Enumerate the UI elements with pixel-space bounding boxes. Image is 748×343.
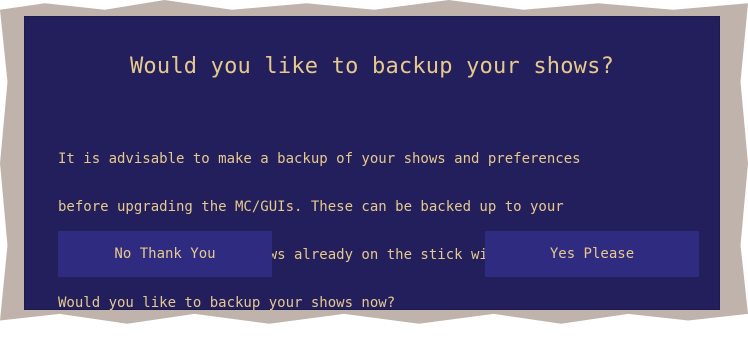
- message-line: Would you like to backup your shows now?: [58, 295, 396, 311]
- no-thank-you-label: No Thank You: [114, 246, 216, 262]
- message-line: before upgrading the MC/GUIs. These can …: [58, 199, 564, 215]
- yes-please-label: Yes Please: [549, 246, 635, 262]
- backup-dialog: Would you like to backup your shows? It …: [24, 16, 720, 311]
- message-line: It is advisable to make a backup of your…: [58, 151, 581, 167]
- yes-please-button[interactable]: Yes Please: [485, 231, 699, 277]
- dialog-title: Would you like to backup your shows?: [129, 54, 615, 79]
- no-thank-you-button[interactable]: No Thank You: [58, 231, 272, 277]
